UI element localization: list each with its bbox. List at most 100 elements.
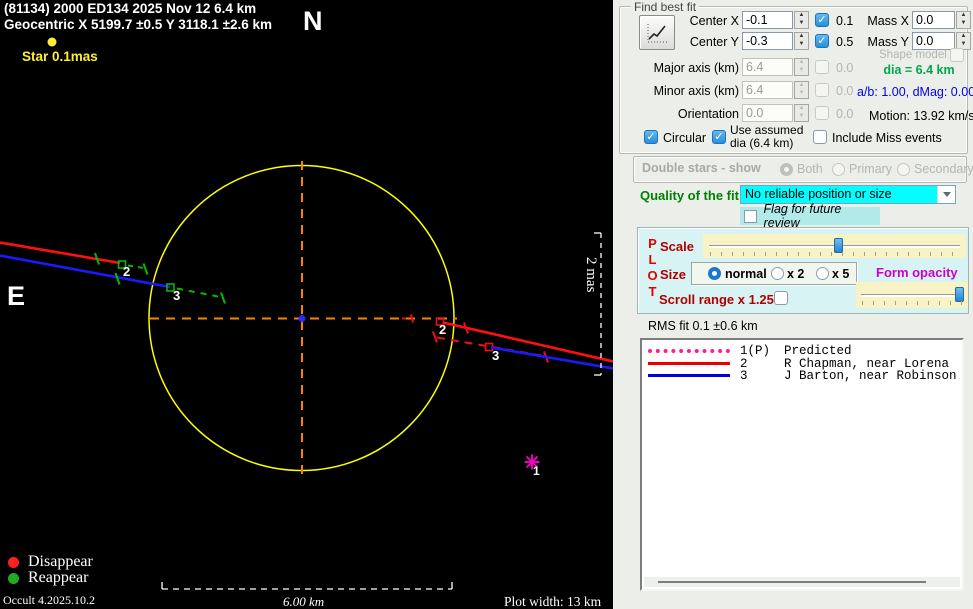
- legend-row[interactable]: 3 J Barton, near Robinson: [642, 368, 962, 383]
- legend-observer-name: J Barton, near Robinson: [784, 368, 957, 383]
- center-y-step-label: 0.5: [836, 35, 854, 49]
- east-label: E: [7, 281, 26, 311]
- chord3-west-label: 3: [173, 288, 181, 303]
- legend-hscrollbar[interactable]: [644, 577, 960, 587]
- scroll-range-checkbox[interactable]: [774, 291, 788, 305]
- scale-slider-ticks: [710, 252, 959, 256]
- rms-legend-list: 1(P) Predicted 2 R Chapman, near Lorena 3 J B…: [642, 340, 962, 383]
- version-label: Occult 4.2025.10.2: [3, 593, 95, 607]
- size-x2-radio[interactable]: [771, 267, 784, 280]
- rms-fit-label: RMS fit 0.1 ±0.6 km: [648, 319, 758, 333]
- plot-canvas: [0, 37, 613, 590]
- double-stars-label: Double stars - show: [642, 161, 761, 175]
- chord3-west-line: [0, 254, 171, 289]
- center-y-input[interactable]: [742, 32, 793, 50]
- occultation-plot: (81134) 2000 ED134 2025 Nov 12 6.4 km Ge…: [0, 0, 613, 609]
- legend-chord-number: 3: [740, 368, 748, 383]
- chord2-east-label: 2: [439, 322, 447, 337]
- double-stars-primary-radio: [832, 163, 845, 176]
- center-x-spinner[interactable]: ▲ ▼: [794, 11, 809, 29]
- plot-vertical-label: PLOT: [647, 236, 658, 299]
- chord3-west-dash-tick: [220, 292, 226, 304]
- rms-legend-listbox[interactable]: 1(P) Predicted 2 R Chapman, near Lorena 3 J B…: [640, 338, 964, 591]
- legend-line-sample: [648, 349, 730, 354]
- chord3-west-dash: [176, 287, 224, 299]
- dropdown-button[interactable]: [937, 186, 955, 203]
- center-x-label: Center X: [689, 14, 739, 28]
- mass-y-input[interactable]: [912, 32, 955, 50]
- legend-row[interactable]: 1(P) Predicted: [642, 344, 962, 358]
- chord3-east-label: 3: [492, 348, 500, 363]
- chord3-east-tick-start: [432, 331, 438, 343]
- orientation-spinner: ▲ ▼: [794, 104, 809, 122]
- center-x-input[interactable]: [742, 11, 793, 29]
- form-opacity-track[interactable]: [861, 294, 963, 297]
- fit-button[interactable]: [639, 15, 675, 50]
- reappear-label: Reappear: [28, 569, 89, 586]
- mass-x-label: Mass X: [867, 14, 909, 28]
- form-opacity-thumb[interactable]: [955, 287, 964, 302]
- include-miss-checkbox[interactable]: [813, 130, 827, 144]
- ab-dmag-readout: a/b: 1.00, dMag: 0.00: [857, 85, 973, 99]
- center-y-label: Center Y: [689, 35, 739, 49]
- use-assumed-checkbox[interactable]: [712, 130, 726, 144]
- mas-scale-label: 2 mas: [583, 257, 599, 293]
- minor-axis-step-label: 0.0: [836, 84, 854, 98]
- major-axis-label: Major axis (km): [653, 61, 739, 75]
- fit-chart-icon: [647, 23, 667, 42]
- form-opacity-slider[interactable]: [856, 282, 968, 308]
- plot-title: (81134) 2000 ED134 2025 Nov 12 6.4 km: [4, 1, 257, 16]
- legend-hscrollbar-thumb[interactable]: [658, 581, 926, 583]
- mass-x-spinner[interactable]: ▲ ▼: [956, 11, 971, 29]
- double-stars-both-label: Both: [797, 162, 823, 176]
- legend-row[interactable]: 2R Chapman, near Lorena: [642, 357, 962, 371]
- center-y-step-checkbox[interactable]: [815, 34, 829, 48]
- plot-subtitle: Geocentric X 5199.7 ±0.5 Y 3118.1 ±2.6 k…: [4, 17, 273, 32]
- scale-slider-thumb[interactable]: [834, 238, 843, 253]
- dia-readout: dia = 6.4 km: [883, 63, 955, 77]
- scroll-range-label: Scroll range x 1.25: [659, 292, 774, 307]
- orientation-step-label: 0.0: [836, 107, 854, 121]
- double-stars-primary-label: Primary: [849, 162, 893, 176]
- scalebar-label: 6.00 km: [283, 594, 325, 609]
- occult-window: (81134) 2000 ED134 2025 Nov 12 6.4 km Ge…: [0, 0, 973, 609]
- find-best-fit-label: Find best fit: [631, 0, 700, 14]
- motion-readout: Motion: 13.92 km/s: [869, 109, 973, 123]
- quality-value: No reliable position or size: [741, 186, 937, 203]
- major-axis-input: [742, 58, 793, 76]
- predicted-chord-label: 1: [533, 464, 540, 478]
- center-star-dot: [298, 315, 306, 322]
- chord2-west-dash-tick: [142, 263, 149, 275]
- control-panel: Find best fit Center X ▲▼ 0.1 Mass X ▲▼ …: [613, 0, 973, 609]
- double-stars-secondary-radio: [897, 163, 910, 176]
- include-miss-label: Include Miss events: [832, 131, 942, 145]
- major-axis-spinner: ▲ ▼: [794, 58, 809, 76]
- size-radio-group: normal x 2 x 5: [691, 262, 857, 285]
- major-axis-step-label: 0.0: [836, 61, 854, 75]
- scale-slider[interactable]: [703, 234, 966, 258]
- star-diameter-dot: [47, 37, 57, 47]
- major-axis-step-checkbox: [815, 60, 829, 74]
- minor-axis-step-checkbox: [815, 83, 829, 97]
- double-stars-group: Double stars - show Both Primary Seconda…: [633, 156, 973, 183]
- flag-review-checkbox[interactable]: [744, 209, 757, 223]
- center-x-step-checkbox[interactable]: [815, 13, 829, 27]
- disappear-dot-icon: [8, 556, 19, 568]
- circular-label: Circular: [663, 131, 707, 145]
- orientation-label: Orientation: [677, 107, 739, 121]
- form-opacity-label: Form opacity: [876, 265, 958, 280]
- mass-y-label: Mass Y: [867, 35, 909, 49]
- center-y-spinner[interactable]: ▲ ▼: [794, 32, 809, 50]
- size-normal-label: normal: [725, 267, 767, 281]
- mass-x-input[interactable]: [912, 11, 955, 29]
- reappear-legend: Reappear: [8, 569, 88, 587]
- scale-label: Scale: [660, 239, 694, 254]
- shape-model-checkbox: [950, 48, 964, 62]
- size-normal-radio[interactable]: [708, 267, 721, 280]
- chord2-west-label: 2: [123, 264, 131, 279]
- legend-line-sample: [648, 374, 730, 378]
- circular-checkbox[interactable]: [644, 130, 658, 144]
- size-x5-radio[interactable]: [816, 267, 829, 280]
- predicted-mark-tick: [410, 314, 414, 323]
- orientation-input: [742, 104, 793, 122]
